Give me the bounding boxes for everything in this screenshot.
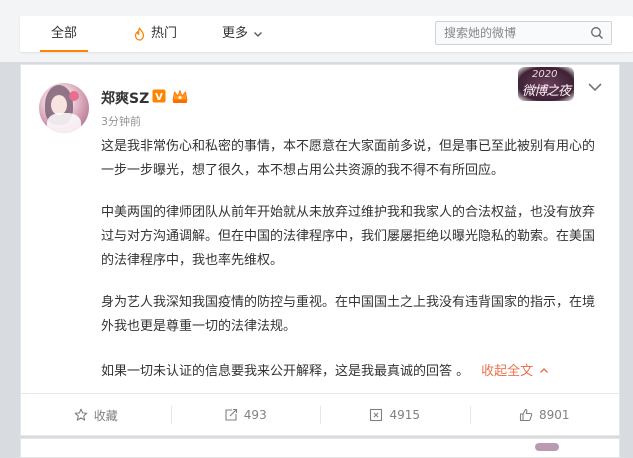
- banner-year: 2020: [532, 69, 558, 80]
- star-icon: [74, 408, 88, 421]
- post-paragraph: 这是我非常伤心和私密的事情，本不愿意在大家面前多说，但是事已至此被别有用心的一步…: [101, 139, 596, 178]
- weibo-night-banner[interactable]: 2020 微博之夜: [518, 67, 574, 101]
- search-input[interactable]: [444, 25, 584, 41]
- collapse-label: 收起全文: [481, 364, 534, 379]
- post-paragraph: 中美两国的律师团队从前年开始就从未放弃过维护我和我家人的合法权益，也没有放弃过与…: [101, 205, 596, 268]
- comment-count: 4915: [389, 408, 421, 422]
- next-post-banner: [535, 443, 559, 451]
- post-paragraph-text: 如果一切未认证的信息要我来公开解释，这是我最真诚的回答 。: [101, 364, 470, 379]
- tab-more[interactable]: 更多: [222, 16, 263, 52]
- chevron-up-icon: [540, 368, 549, 373]
- tab-all-label: 全部: [50, 26, 77, 41]
- post-action-bar: 收藏 493 4915 8901: [21, 393, 619, 436]
- tab-more-label: 更多: [222, 26, 249, 41]
- avatar-dress: [47, 113, 81, 133]
- chevron-down-icon: [254, 32, 262, 37]
- verified-badge-icon: V: [152, 89, 166, 103]
- comment-icon: [370, 408, 383, 422]
- search-box: [435, 21, 612, 45]
- avatar[interactable]: [39, 83, 89, 133]
- comment-button[interactable]: 4915: [320, 394, 470, 436]
- post-time[interactable]: 3分钟前: [101, 113, 141, 129]
- favorite-button[interactable]: 收藏: [21, 394, 171, 436]
- repost-count: 493: [243, 408, 267, 422]
- vip-member-icon[interactable]: [171, 88, 189, 104]
- flame-icon: [134, 27, 145, 41]
- banner-title: 微博之夜: [522, 84, 571, 99]
- post-paragraph-last: 如果一切未认证的信息要我来公开解释，这是我最真诚的回答 。收起全文: [101, 360, 601, 384]
- verified-badge-text: V: [155, 92, 163, 103]
- avatar-face: [51, 95, 67, 115]
- search-icon[interactable]: [590, 26, 604, 40]
- tab-all[interactable]: 全部: [40, 16, 88, 52]
- repost-button[interactable]: 493: [170, 394, 321, 436]
- like-icon: [519, 408, 533, 422]
- like-button[interactable]: 8901: [469, 394, 620, 436]
- like-count: 8901: [538, 408, 570, 422]
- active-tab-indicator: [40, 50, 88, 52]
- favorite-label: 收藏: [93, 408, 118, 423]
- tab-hot[interactable]: 热门: [133, 16, 177, 52]
- avatar-flower: [69, 91, 79, 101]
- tab-hot-label: 热门: [151, 26, 178, 41]
- weibo-post-card: 郑爽SZ V 3分钟前 2020 微博之夜 这是我非常伤心和私密的事情，本不愿意…: [20, 64, 620, 436]
- collapse-full-text-link[interactable]: 收起全文: [481, 364, 549, 379]
- profile-tab-bar: 全部 热门 更多: [20, 16, 633, 52]
- repost-icon: [225, 408, 237, 421]
- user-name[interactable]: 郑爽SZ: [101, 88, 149, 108]
- post-paragraph: 身为艺人我深知我国疫情的防控与重视。在中国国土之上我没有违背国家的指示，在境外我…: [101, 295, 596, 334]
- chevron-down-icon[interactable]: [587, 81, 603, 93]
- next-post-card: [20, 438, 620, 458]
